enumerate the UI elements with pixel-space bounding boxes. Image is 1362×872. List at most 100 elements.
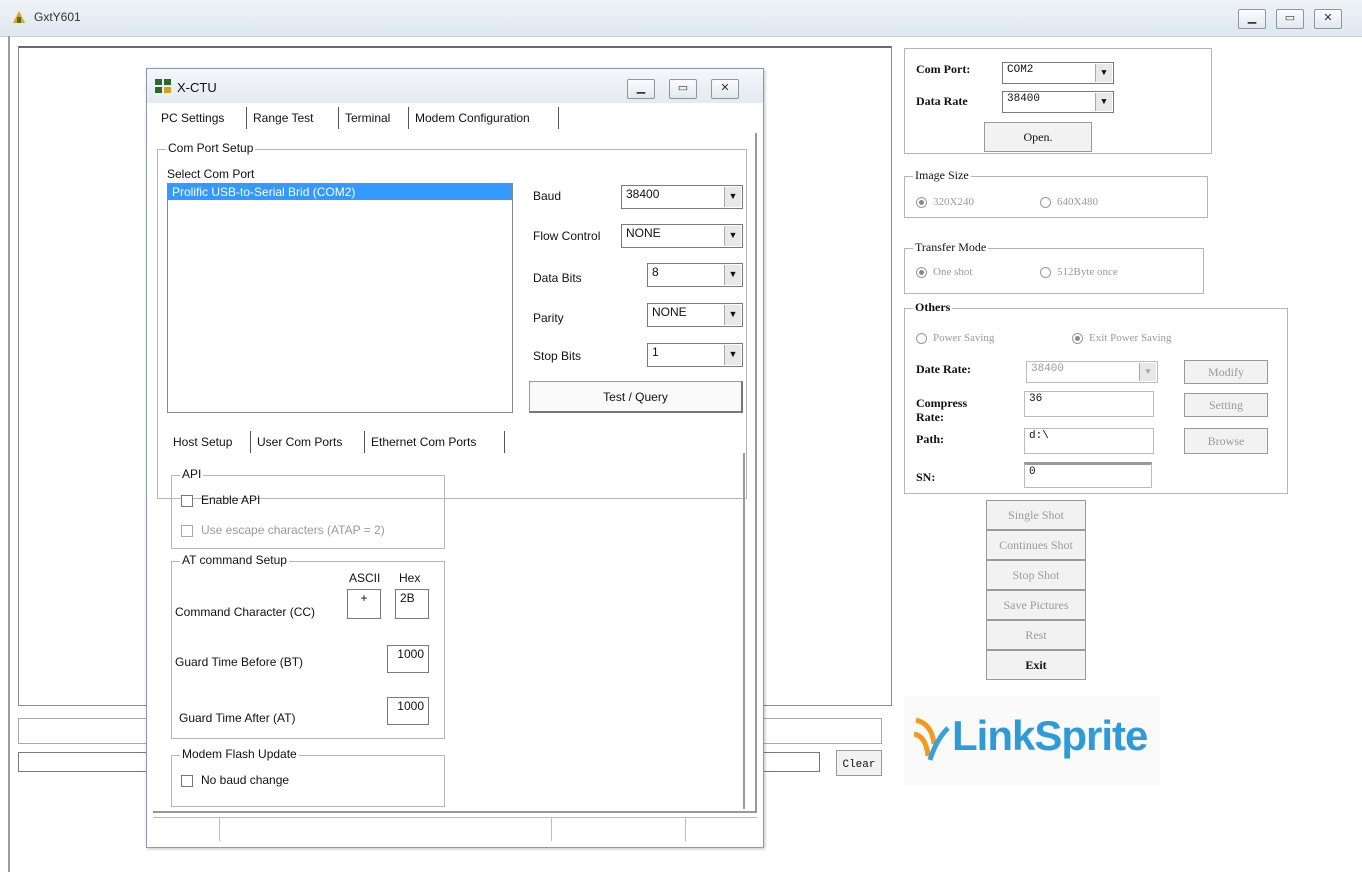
app-icon (12, 10, 26, 24)
browse-button[interactable]: Browse (1184, 428, 1268, 454)
image-size-legend: Image Size (913, 168, 971, 183)
setting-button[interactable]: Setting (1184, 393, 1268, 417)
setting-label: Setting (1208, 398, 1243, 412)
sn-input[interactable]: 0 (1024, 462, 1152, 488)
path-input[interactable]: d:\ (1024, 428, 1154, 454)
chevron-down-icon: ▼ (724, 226, 741, 246)
date-rate-label: Date Rate: (916, 362, 971, 376)
no-baud-change-checkbox[interactable]: No baud change (181, 773, 289, 787)
data-bits-label: Data Bits (533, 271, 582, 285)
escape-characters-checkbox[interactable]: Use escape characters (ATAP = 2) (181, 523, 385, 537)
cc-hex-value: 2B (400, 591, 415, 605)
tab-terminal-label: Terminal (345, 111, 391, 125)
image-size-option-1[interactable]: 320X240 (916, 196, 974, 208)
parity-select[interactable]: NONE ▼ (647, 303, 743, 327)
stop-bits-label: Stop Bits (533, 349, 582, 363)
tab-range-test[interactable]: Range Test (249, 107, 339, 129)
xctu-title-bar: X-CTU ▁ ▭ ✕ (147, 69, 763, 103)
tab-host-setup[interactable]: Host Setup (169, 431, 251, 453)
radio-icon (1040, 266, 1051, 278)
chevron-down-icon: ▼ (724, 187, 741, 207)
data-bits-select[interactable]: 8 ▼ (647, 263, 743, 287)
tab-modem-configuration-label: Modem Configuration (415, 111, 530, 125)
date-rate-select[interactable]: 38400 ▼ (1026, 361, 1158, 383)
xctu-status-bar (153, 817, 757, 842)
open-button[interactable]: Open. (984, 122, 1092, 152)
cc-ascii-value: + (360, 591, 368, 605)
modem-flash-legend: Modem Flash Update (180, 747, 299, 761)
xctu-minimize-button[interactable]: ▁ (627, 79, 655, 99)
port-item-label: Prolific USB-to-Serial Brid (COM2) (172, 185, 356, 199)
tab-modem-configuration[interactable]: Modem Configuration (411, 107, 559, 129)
guard-time-before-input[interactable]: 1000 (387, 645, 429, 673)
save-pictures-button[interactable]: Save Pictures (986, 590, 1086, 620)
xctu-maximize-button[interactable]: ▭ (669, 79, 697, 99)
at-command-legend: AT command Setup (180, 553, 289, 567)
outer-left-border (8, 36, 10, 872)
chevron-down-icon: ▼ (724, 305, 741, 325)
tab-pc-settings[interactable]: PC Settings (157, 107, 247, 129)
outer-maximize-button[interactable]: ▭ (1276, 9, 1304, 29)
tab-terminal[interactable]: Terminal (341, 107, 409, 129)
data-rate-value: 38400 (1007, 93, 1041, 105)
browse-label: Browse (1207, 434, 1245, 448)
list-item[interactable]: Prolific USB-to-Serial Brid (COM2) (168, 184, 512, 200)
exit-button[interactable]: Exit (986, 650, 1086, 680)
rest-label: Rest (1025, 628, 1047, 642)
date-rate-value: 38400 (1031, 363, 1065, 375)
com-port-select[interactable]: COM2 ▼ (1002, 62, 1114, 84)
modify-button[interactable]: Modify (1184, 360, 1268, 384)
escape-characters-label: Use escape characters (ATAP = 2) (201, 523, 385, 537)
logo-text: LinkSprite (952, 712, 1148, 759)
cc-hex-input[interactable]: 2B (395, 589, 429, 619)
guard-time-after-input[interactable]: 1000 (387, 697, 429, 725)
cc-ascii-input[interactable]: + (347, 589, 381, 619)
exit-power-saving-radio[interactable]: Exit Power Saving (1072, 332, 1172, 344)
image-size-option-2[interactable]: 640X480 (1040, 196, 1098, 208)
radio-icon (1072, 332, 1083, 344)
exit-power-saving-label: Exit Power Saving (1089, 332, 1172, 344)
tab-pc-settings-label: PC Settings (161, 111, 225, 125)
ascii-label: ASCII (349, 571, 381, 585)
transfer-mode-legend: Transfer Mode (913, 240, 989, 255)
baud-select[interactable]: 38400 ▼ (621, 185, 743, 209)
no-baud-change-label: No baud change (201, 773, 290, 787)
tab-user-com-ports-label: User Com Ports (257, 435, 343, 449)
clear-button[interactable]: Clear (836, 750, 882, 776)
stop-bits-select[interactable]: 1 ▼ (647, 343, 743, 367)
image-size-option-1-label: 320X240 (933, 196, 974, 208)
status-cell (219, 818, 552, 841)
power-saving-label: Power Saving (933, 332, 995, 344)
outer-window-title: GxtY601 (34, 10, 81, 24)
stop-shot-button[interactable]: Stop Shot (986, 560, 1086, 590)
outer-minimize-button[interactable]: ▁ (1238, 9, 1266, 29)
data-rate-label: Data Rate (916, 94, 968, 108)
xctu-app-icon (155, 79, 173, 96)
others-legend: Others (913, 300, 953, 315)
guard-time-before-value: 1000 (397, 647, 424, 661)
transfer-mode-option-1[interactable]: One shot (916, 266, 972, 278)
single-shot-button[interactable]: Single Shot (986, 500, 1086, 530)
continues-shot-button[interactable]: Continues Shot (986, 530, 1086, 560)
xctu-close-button[interactable]: ✕ (711, 79, 739, 99)
chevron-down-icon: ▼ (724, 345, 741, 365)
power-saving-radio[interactable]: Power Saving (916, 332, 994, 344)
data-rate-select[interactable]: 38400 ▼ (1002, 91, 1114, 113)
rest-button[interactable]: Rest (986, 620, 1086, 650)
tab-user-com-ports[interactable]: User Com Ports (253, 431, 365, 453)
outer-close-button[interactable]: ✕ (1314, 9, 1342, 29)
chevron-down-icon: ▼ (1095, 64, 1112, 82)
parity-value: NONE (652, 305, 687, 319)
tab-ethernet-com-ports[interactable]: Ethernet Com Ports (367, 431, 505, 453)
baud-label: Baud (533, 189, 562, 203)
flow-control-select[interactable]: NONE ▼ (621, 224, 743, 248)
compress-rate-input[interactable]: 36 (1024, 391, 1154, 417)
enable-api-checkbox[interactable]: Enable API (181, 493, 260, 507)
com-port-list[interactable]: Prolific USB-to-Serial Brid (COM2) (167, 183, 513, 413)
chevron-down-icon: ▼ (1139, 363, 1156, 381)
xctu-tab-bar: PC Settings Range Test Terminal Modem Co… (157, 107, 559, 129)
test-query-button[interactable]: Test / Query (529, 381, 743, 413)
transfer-mode-option-2[interactable]: 512Byte once (1040, 266, 1118, 278)
tab-range-test-label: Range Test (253, 111, 314, 125)
com-port-label: Com Port: (916, 62, 971, 76)
